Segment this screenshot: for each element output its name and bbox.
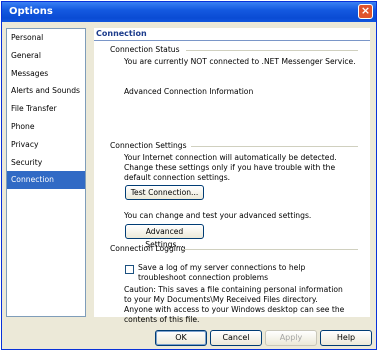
close-button[interactable]: ×	[358, 4, 373, 19]
help-button[interactable]: Help	[320, 330, 372, 346]
sidebar-item-privacy[interactable]: Privacy	[7, 136, 85, 154]
connection-settings-text: Your Internet connection will automatica…	[124, 153, 337, 182]
ok-button[interactable]: OK	[155, 330, 207, 346]
save-log-checkbox[interactable]	[125, 265, 134, 274]
advanced-settings-text: You can change and test your advanced se…	[124, 211, 312, 220]
connection-panel: Connection Connection Status You are cur…	[94, 28, 370, 324]
advanced-settings-button[interactable]: Advanced Settings...	[125, 224, 204, 249]
title-divider	[94, 40, 370, 41]
sidebar-item-messages[interactable]: Messages	[7, 65, 85, 83]
sidebar-item-general[interactable]: General	[7, 47, 85, 65]
title-bar[interactable]: Options ×	[2, 2, 376, 22]
section-divider	[182, 249, 358, 250]
sidebar-item-alerts-and-sounds[interactable]: Alerts and Sounds	[7, 82, 85, 100]
sidebar-item-connection[interactable]: Connection	[7, 171, 85, 190]
sidebar-item-security[interactable]: Security	[7, 154, 85, 172]
save-log-label[interactable]: Save a log of my server connections to h…	[138, 263, 353, 283]
sidebar-item-file-transfer[interactable]: File Transfer	[7, 100, 85, 118]
sidebar-item-phone[interactable]: Phone	[7, 118, 85, 136]
close-icon: ×	[360, 4, 371, 17]
apply-button: Apply	[265, 330, 317, 346]
test-connection-button[interactable]: Test Connection...	[125, 185, 204, 200]
options-dialog: Options × Personal General Messages Aler…	[1, 1, 377, 350]
section-heading-connection-status: Connection Status	[110, 45, 180, 54]
section-divider	[186, 50, 358, 51]
connection-status-text: You are currently NOT connected to .NET …	[124, 57, 356, 66]
category-list: Personal General Messages Alerts and Sou…	[6, 28, 86, 317]
section-divider	[191, 146, 358, 147]
page-title: Connection	[96, 29, 147, 38]
sidebar-item-personal[interactable]: Personal	[7, 29, 85, 47]
window-title: Options	[9, 6, 53, 17]
logging-caution-text: Caution: This saves a file containing pe…	[124, 285, 345, 324]
section-heading-connection-settings: Connection Settings	[110, 141, 187, 150]
section-heading-connection-logging: Connection Logging	[110, 244, 186, 253]
cancel-button[interactable]: Cancel	[210, 330, 262, 346]
advanced-connection-info-label: Advanced Connection Information	[124, 87, 254, 96]
